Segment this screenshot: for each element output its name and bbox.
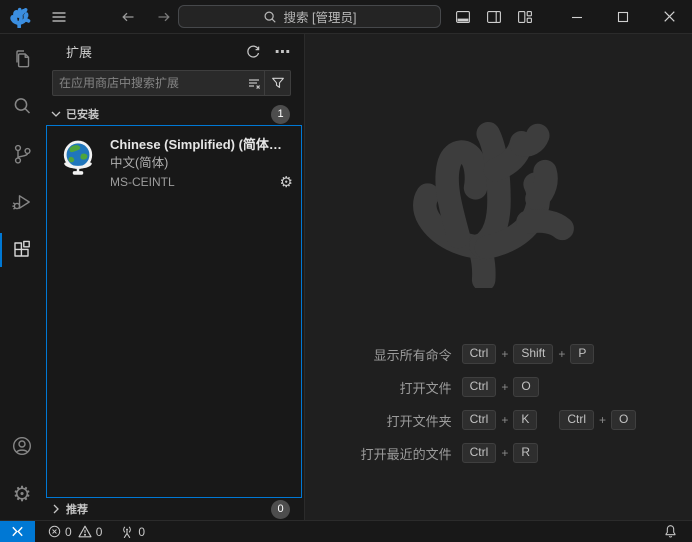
refresh-icon[interactable] [242, 41, 264, 63]
toggle-secondary-sidebar-icon[interactable] [480, 5, 507, 29]
chevron-down-icon [48, 106, 64, 122]
key-cap: Shift [513, 344, 553, 364]
extensions-view-icon[interactable] [0, 226, 44, 274]
plus-separator: + [558, 347, 565, 361]
extension-manage-gear-icon[interactable]: ⚙ [280, 175, 293, 190]
editor-area: 显示所有命令Ctrl+Shift+P打开文件Ctrl+O打开文件夹Ctrl+KC… [305, 34, 692, 520]
sidebar-header: 扩展 ⋯ [44, 34, 304, 69]
back-arrow-icon[interactable] [116, 5, 140, 29]
error-count: 0 [65, 525, 72, 539]
plus-separator: + [501, 347, 508, 361]
accounts-icon[interactable] [0, 422, 44, 470]
warning-icon [78, 525, 92, 538]
extension-text: Chinese (Simplified) (简体… 中文(简体) MS-CEIN… [110, 135, 293, 192]
watermark-logo [404, 103, 594, 288]
key-cap: Ctrl [462, 377, 497, 397]
shortcut-label: 打开文件夹 [387, 411, 452, 430]
problems-indicator[interactable]: 0 0 [45, 521, 107, 542]
shortcut-keys: Ctrl + O [462, 377, 637, 397]
settings-gear-icon[interactable]: ⚙ [0, 470, 44, 518]
remote-icon [10, 524, 25, 539]
app-logo-icon [10, 6, 32, 28]
explorer-icon[interactable] [0, 34, 44, 82]
key-cap: O [611, 410, 636, 430]
extensions-search-box [52, 70, 291, 96]
toggle-panel-icon[interactable] [449, 5, 476, 29]
extension-name: Chinese (Simplified) (简体… [110, 135, 293, 154]
shortcut-keys: Ctrl + Shift + P [462, 344, 637, 364]
window-controls [554, 0, 692, 33]
section-installed[interactable]: 已安装 1 [44, 103, 304, 125]
key-cap: P [570, 344, 594, 364]
run-debug-icon[interactable] [0, 178, 44, 226]
customize-layout-icon[interactable] [511, 5, 538, 29]
radio-tower-icon [120, 525, 134, 539]
command-center-label: 搜索 [管理员] [284, 7, 357, 26]
search-view-icon[interactable] [0, 82, 44, 130]
key-cap: Ctrl [462, 344, 497, 364]
source-control-icon[interactable] [0, 130, 44, 178]
activity-bar: ⚙ [0, 34, 44, 520]
shortcut-label: 显示所有命令 [374, 345, 452, 364]
key-cap: R [513, 443, 538, 463]
extension-globe-icon [57, 137, 99, 179]
key-cap: Ctrl [462, 410, 497, 430]
close-icon[interactable] [646, 0, 692, 33]
shortcut-list: 显示所有命令Ctrl+Shift+P打开文件Ctrl+O打开文件夹Ctrl+KC… [361, 344, 637, 463]
plus-separator: + [501, 380, 508, 394]
key-cap: Ctrl [559, 410, 594, 430]
installed-extensions-list: Chinese (Simplified) (简体… 中文(简体) MS-CEIN… [46, 125, 302, 498]
menu-icon[interactable] [46, 4, 72, 30]
plus-separator: + [599, 413, 606, 427]
forward-arrow-icon[interactable] [152, 5, 176, 29]
plus-separator: + [501, 413, 508, 427]
extension-meta: MS-CEINTL ⚙ [110, 173, 293, 192]
error-icon [48, 525, 61, 538]
shortcut-label: 打开最近的文件 [361, 444, 452, 463]
installed-count-badge: 1 [271, 105, 290, 124]
shortcut-label: 打开文件 [400, 378, 452, 397]
extensions-search-input[interactable] [53, 76, 244, 90]
key-cap: O [513, 377, 538, 397]
more-actions-icon[interactable]: ⋯ [272, 41, 294, 63]
ports-indicator[interactable]: 0 [117, 521, 150, 542]
titlebar: 搜索 [管理员] [0, 0, 692, 34]
search-icon [263, 10, 277, 24]
shortcut-keys: Ctrl + R [462, 443, 637, 463]
chevron-right-icon [48, 501, 64, 517]
sidebar-actions: ⋯ [242, 41, 294, 63]
extension-list-item[interactable]: Chinese (Simplified) (简体… 中文(简体) MS-CEIN… [47, 126, 301, 200]
key-cap: Ctrl [462, 443, 497, 463]
history-nav [116, 5, 176, 29]
extensions-sidebar: 扩展 ⋯ [44, 34, 305, 520]
recommended-count-badge: 0 [271, 500, 290, 519]
shortcut-keys: Ctrl + K Ctrl + O [462, 410, 637, 430]
minimize-icon[interactable] [554, 0, 600, 33]
section-recommended[interactable]: 推荐 0 [44, 498, 304, 520]
filter-funnel-icon[interactable] [264, 71, 290, 95]
key-cap: K [513, 410, 537, 430]
plus-separator: + [501, 446, 508, 460]
remote-indicator[interactable] [0, 521, 35, 542]
extension-publisher: MS-CEINTL [110, 173, 175, 192]
vscode-window: 搜索 [管理员] [0, 0, 692, 542]
extension-description: 中文(简体) [110, 154, 293, 173]
warning-count: 0 [96, 525, 103, 539]
workbench-body: ⚙ 扩展 ⋯ [0, 34, 692, 520]
notifications-bell-icon[interactable] [658, 521, 682, 542]
installed-label: 已安装 [66, 106, 99, 122]
ports-count: 0 [138, 525, 145, 539]
command-center-search[interactable]: 搜索 [管理员] [178, 5, 441, 28]
activity-bar-bottom: ⚙ [0, 422, 44, 520]
clear-search-icon[interactable] [244, 73, 264, 93]
sidebar-title: 扩展 [66, 42, 92, 61]
status-bar: 0 0 0 [0, 520, 692, 542]
maximize-icon[interactable] [600, 0, 646, 33]
titlebar-right [418, 0, 692, 33]
recommended-label: 推荐 [66, 501, 88, 517]
